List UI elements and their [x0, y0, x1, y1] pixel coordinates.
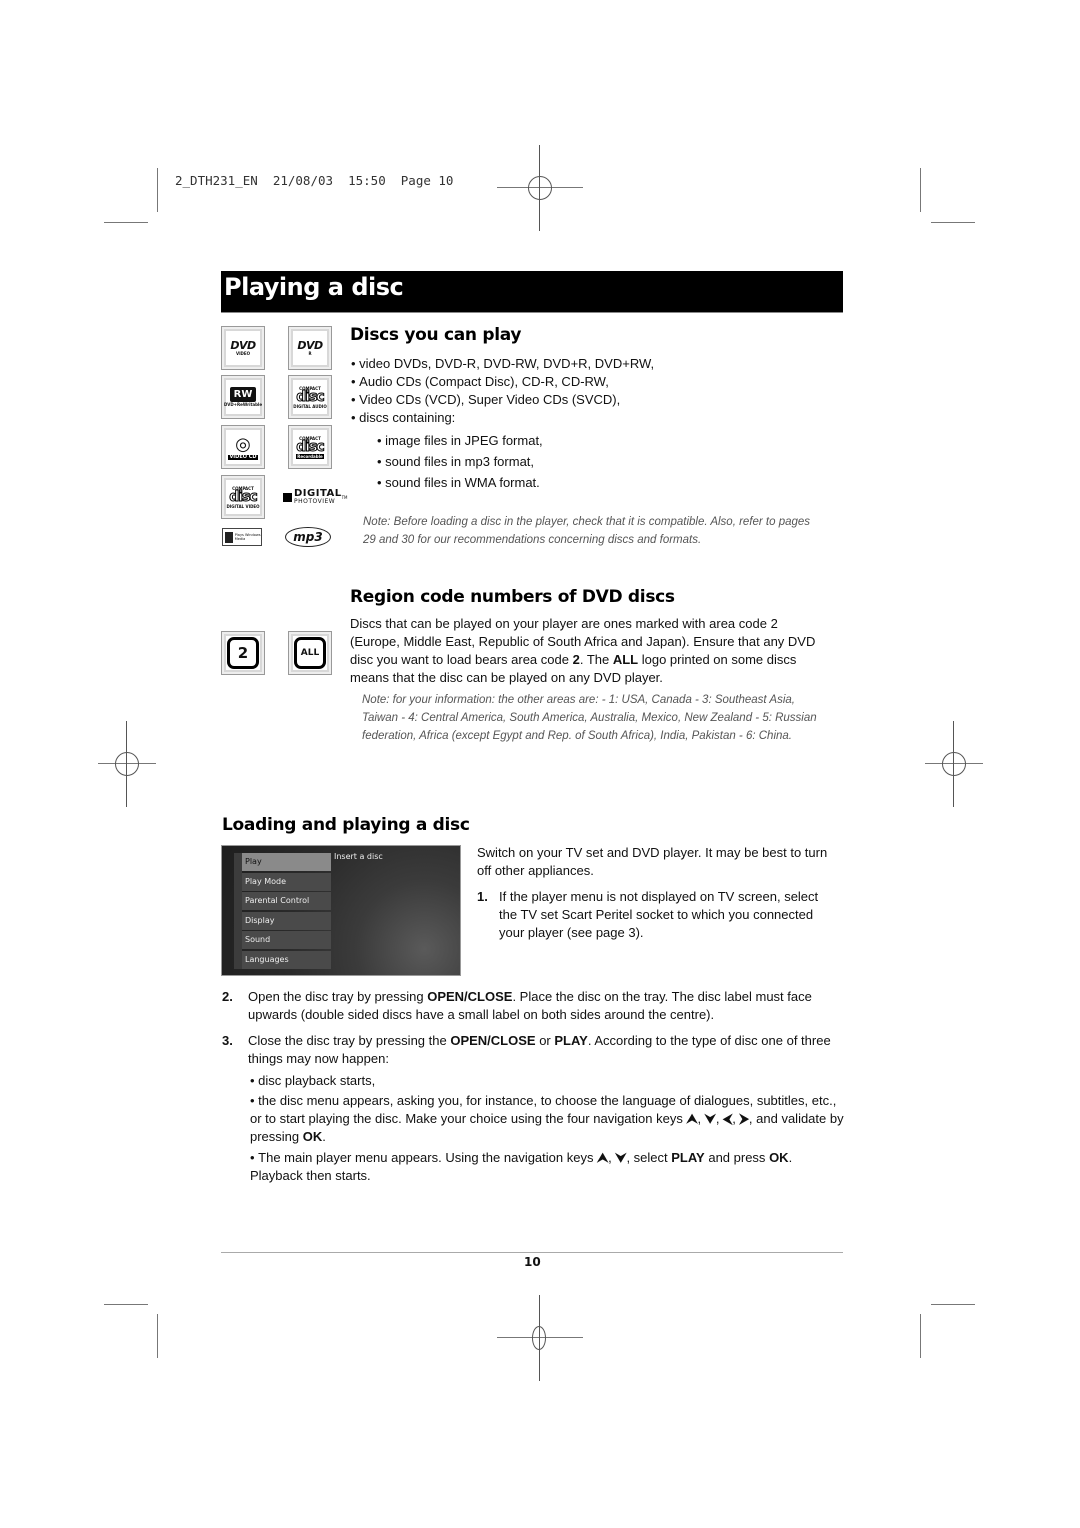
- down-key-icon: ⮟: [615, 1150, 627, 1165]
- right-key-icon: ⮞: [739, 1111, 749, 1126]
- mp3-logo: mp3: [285, 527, 331, 547]
- loading-intro: Switch on your TV set and DVD player. It…: [477, 845, 828, 878]
- compatibility-note: Note: Before loading a disc in the playe…: [363, 516, 811, 546]
- list-item: image files in JPEG format,: [377, 430, 777, 451]
- menu-hint: Insert a disc: [334, 852, 383, 861]
- menu-item-languages: Languages: [242, 951, 331, 969]
- step-number: 2.: [222, 989, 233, 1004]
- step-number: 3.: [222, 1033, 233, 1048]
- list-item: sound files in mp3 format,: [377, 451, 777, 472]
- dvd-rw-logo: RW DVD+ReWritable: [221, 375, 265, 419]
- outcome-1: disc playback starts,: [250, 1072, 375, 1090]
- registration-mark-icon: [925, 721, 983, 807]
- list-item: discs containing:: [351, 409, 831, 427]
- compact-disc-digital-audio-logo: COMPACT disc DIGITAL AUDIO: [288, 375, 332, 419]
- compact-disc-digital-video-logo: COMPACT disc DIGITAL VIDEO: [221, 475, 265, 519]
- windows-flag-icon: [225, 531, 233, 543]
- discs-heading: Discs you can play: [350, 325, 522, 345]
- dvd-video-logo: DVD VIDEO: [221, 326, 265, 370]
- page-number: 10: [524, 1255, 541, 1269]
- up-key-icon: ⮝: [597, 1150, 609, 1165]
- photoview-icon: [283, 492, 292, 502]
- crop-mark: [931, 1304, 975, 1305]
- video-cd-logo: ◎ VIDEO CD: [221, 425, 265, 469]
- digital-photoview-logo: DIGITAL PHOTOVIEW TM: [283, 489, 348, 505]
- windows-media-logo: Plays Windows Media: [222, 528, 262, 546]
- menu-item-sound: Sound: [242, 931, 331, 949]
- crop-mark: [104, 1304, 148, 1305]
- loading-heading: Loading and playing a disc: [222, 815, 470, 835]
- footer-divider: [221, 1252, 843, 1253]
- player-menu-screenshot: Play Play Mode Parental Control Display …: [221, 845, 461, 976]
- step-number: 1.: [477, 889, 488, 904]
- region-2-logo: 2: [221, 631, 265, 675]
- file-types-list: image files in JPEG format, sound files …: [377, 430, 777, 493]
- outcome-2: the disc menu appears, asking you, for i…: [250, 1092, 845, 1146]
- crop-mark: [920, 1314, 921, 1358]
- step-3: Close the disc tray by pressing the OPEN…: [248, 1033, 831, 1066]
- down-key-icon: ⮟: [704, 1111, 716, 1126]
- dvd-r-logo: DVD R: [288, 326, 332, 370]
- region-heading: Region code numbers of DVD discs: [350, 587, 675, 607]
- print-slug: 2_DTH231_EN 21/08/03 15:50 Page 10: [175, 173, 454, 188]
- crop-mark: [920, 168, 921, 212]
- region-paragraph: Discs that can be played on your player …: [350, 616, 816, 685]
- menu-item-play: Play: [242, 853, 331, 871]
- registration-mark-icon: [497, 1295, 583, 1381]
- list-item: Video CDs (VCD), Super Video CDs (SVCD),: [351, 391, 831, 409]
- disc-types-list: video DVDs, DVD-R, DVD-RW, DVD+R, DVD+RW…: [351, 355, 831, 427]
- list-item: Audio CDs (Compact Disc), CD-R, CD-RW,: [351, 373, 831, 391]
- list-item: sound files in WMA format.: [377, 472, 777, 493]
- disc-icon: ◎: [235, 434, 251, 455]
- menu-item-play-mode: Play Mode: [242, 873, 331, 891]
- menu-item-display: Display: [242, 912, 331, 930]
- step-2: Open the disc tray by pressing OPEN/CLOS…: [248, 989, 812, 1022]
- crop-mark: [157, 1314, 158, 1358]
- region-note: Note: for your information: the other ar…: [362, 694, 817, 742]
- crop-mark: [104, 222, 148, 223]
- menu-item-parental-control: Parental Control: [242, 892, 331, 910]
- page-title-bar: Playing a disc: [221, 271, 843, 313]
- outcome-3: The main player menu appears. Using the …: [250, 1149, 820, 1185]
- crop-mark: [931, 222, 975, 223]
- registration-mark-icon: [497, 145, 583, 231]
- left-key-icon: ⮜: [723, 1111, 733, 1126]
- up-key-icon: ⮝: [686, 1111, 698, 1126]
- region-all-logo: ALL: [288, 631, 332, 675]
- page-title: Playing a disc: [224, 273, 404, 301]
- crop-mark: [157, 168, 158, 212]
- compact-disc-recordable-logo: COMPACT disc Recordable: [288, 425, 332, 469]
- registration-mark-icon: [98, 721, 156, 807]
- list-item: video DVDs, DVD-R, DVD-RW, DVD+R, DVD+RW…: [351, 355, 831, 373]
- step-1: If the player menu is not displayed on T…: [499, 889, 819, 940]
